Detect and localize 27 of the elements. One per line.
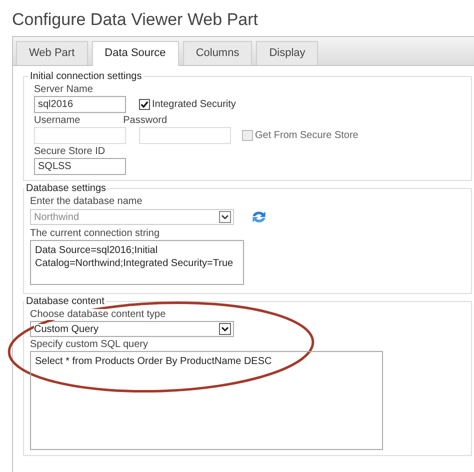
dialog-title: Configure Data Viewer Web Part [11,9,259,31]
field-label: Username [34,115,80,126]
section-legend: Database settings [24,183,108,194]
section-legend: Database content [24,296,106,307]
input-field[interactable]: sql2016 [34,96,126,113]
field-label: The current connection string [30,228,160,239]
input-field[interactable] [139,127,231,144]
field-label: Choose database content type [30,309,166,320]
chevron-down-icon [219,323,231,335]
input-field[interactable]: SQLSS [34,158,126,175]
field-label: Server Name [34,84,93,95]
input-field[interactable] [34,127,126,144]
field-label: Password [123,115,168,126]
section-legend: Initial connection settings [28,71,144,82]
chevron-down-icon [219,211,231,223]
tab[interactable]: Web Part [16,41,88,65]
field-label: Specify custom SQL query [30,339,148,350]
checkbox[interactable]: Integrated Security [139,99,236,110]
dropdown[interactable]: Custom Query [30,321,234,337]
check-icon [140,100,149,109]
field-label: Enter the database name [30,196,142,207]
tab[interactable]: Data Source [92,41,179,66]
text-area[interactable]: Data Source=sql2016;Initial Catalog=Northwind;Integrated Security=True [30,240,244,285]
tab[interactable]: Columns [182,41,252,65]
tab[interactable]: Display [256,41,318,65]
text-area[interactable]: Select * from Products Order By ProductName DESC [30,351,383,450]
field-label: Secure Store ID [34,146,106,157]
